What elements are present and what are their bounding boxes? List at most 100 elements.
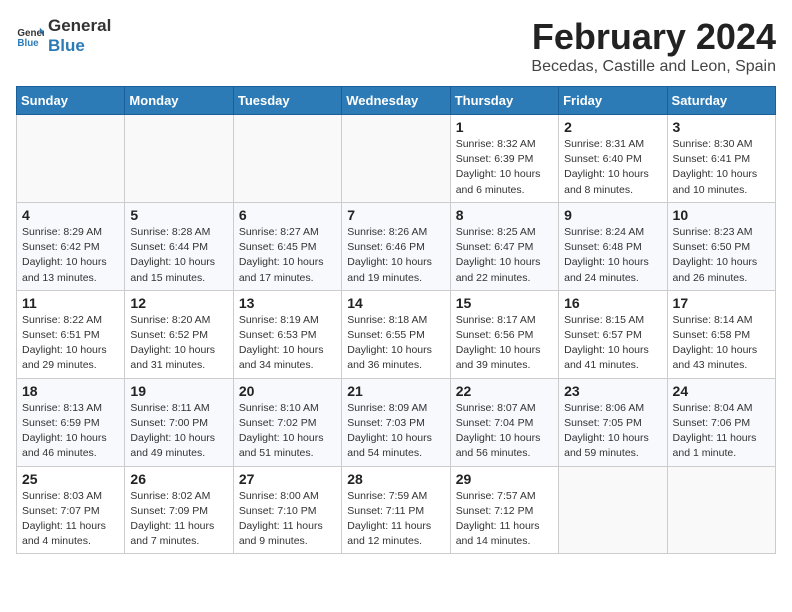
day-number: 24 xyxy=(673,383,770,399)
calendar-cell: 1 Sunrise: 8:32 AM Sunset: 6:39 PM Daylig… xyxy=(450,115,558,203)
day-number: 29 xyxy=(456,471,553,487)
weekday-header-thursday: Thursday xyxy=(450,87,558,115)
day-info: Sunrise: 8:15 AM Sunset: 6:57 PM Dayligh… xyxy=(564,313,661,374)
day-number: 21 xyxy=(347,383,444,399)
calendar-cell xyxy=(667,466,775,554)
day-number: 7 xyxy=(347,207,444,223)
day-number: 10 xyxy=(673,207,770,223)
weekday-header-friday: Friday xyxy=(559,87,667,115)
calendar-cell: 23 Sunrise: 8:06 AM Sunset: 7:05 PM Dayli… xyxy=(559,378,667,466)
title-section: February 2024 Becedas, Castille and Leon… xyxy=(531,16,776,76)
calendar-cell: 3Sunrise: 8:30 AM Sunset: 6:41 PM Daylig… xyxy=(667,115,775,203)
day-number: 12 xyxy=(130,295,227,311)
calendar-cell: 14Sunrise: 8:18 AM Sunset: 6:55 PM Dayli… xyxy=(342,290,450,378)
day-info: Sunrise: 8:06 AM Sunset: 7:05 PM Dayligh… xyxy=(564,401,661,462)
day-info: Sunrise: 7:59 AM Sunset: 7:11 PM Dayligh… xyxy=(347,489,444,550)
day-info: Sunrise: 8:00 AM Sunset: 7:10 PM Dayligh… xyxy=(239,489,336,550)
calendar-cell: 10 Sunrise: 8:23 AM Sunset: 6:50 PM Dayli… xyxy=(667,202,775,290)
day-info: Sunrise: 8:19 AM Sunset: 6:53 PM Dayligh… xyxy=(239,313,336,374)
day-number: 28 xyxy=(347,471,444,487)
day-info: Sunrise: 8:30 AM Sunset: 6:41 PM Dayligh… xyxy=(673,137,770,198)
day-number: 25 xyxy=(22,471,119,487)
day-info: Sunrise: 8:10 AM Sunset: 7:02 PM Dayligh… xyxy=(239,401,336,462)
day-info: Sunrise: 8:32 AM Sunset: 6:39 PM Dayligh… xyxy=(456,137,553,198)
day-info: Sunrise: 8:09 AM Sunset: 7:03 PM Dayligh… xyxy=(347,401,444,462)
day-info: Sunrise: 8:18 AM Sunset: 6:55 PM Dayligh… xyxy=(347,313,444,374)
calendar-cell: 26Sunrise: 8:02 AM Sunset: 7:09 PM Dayli… xyxy=(125,466,233,554)
calendar-cell: 22Sunrise: 8:07 AM Sunset: 7:04 PM Dayli… xyxy=(450,378,558,466)
day-number: 4 xyxy=(22,207,119,223)
day-number: 20 xyxy=(239,383,336,399)
calendar-week-row: 25 Sunrise: 8:03 AM Sunset: 7:07 PM Dayli… xyxy=(17,466,776,554)
calendar-cell: 25 Sunrise: 8:03 AM Sunset: 7:07 PM Dayli… xyxy=(17,466,125,554)
calendar-cell: 17 Sunrise: 8:14 AM Sunset: 6:58 PM Dayli… xyxy=(667,290,775,378)
calendar-cell: 29 Sunrise: 7:57 AM Sunset: 7:12 PM Dayli… xyxy=(450,466,558,554)
calendar-cell xyxy=(125,115,233,203)
calendar-table: SundayMondayTuesdayWednesdayThursdayFrid… xyxy=(16,86,776,554)
weekday-header-row: SundayMondayTuesdayWednesdayThursdayFrid… xyxy=(17,87,776,115)
day-info: Sunrise: 8:04 AM Sunset: 7:06 PM Dayligh… xyxy=(673,401,770,462)
day-info: Sunrise: 8:17 AM Sunset: 6:56 PM Dayligh… xyxy=(456,313,553,374)
day-info: Sunrise: 8:11 AM Sunset: 7:00 PM Dayligh… xyxy=(130,401,227,462)
page-header: General Blue General Blue February 2024 … xyxy=(16,16,776,76)
calendar-cell: 21 Sunrise: 8:09 AM Sunset: 7:03 PM Dayli… xyxy=(342,378,450,466)
day-number: 6 xyxy=(239,207,336,223)
location-title: Becedas, Castille and Leon, Spain xyxy=(531,58,776,76)
weekday-header-wednesday: Wednesday xyxy=(342,87,450,115)
month-title: February 2024 xyxy=(531,16,776,58)
day-number: 17 xyxy=(673,295,770,311)
calendar-week-row: 18 Sunrise: 8:13 AM Sunset: 6:59 PM Dayli… xyxy=(17,378,776,466)
calendar-cell: 2Sunrise: 8:31 AM Sunset: 6:40 PM Daylig… xyxy=(559,115,667,203)
calendar-cell: 5Sunrise: 8:28 AM Sunset: 6:44 PM Daylig… xyxy=(125,202,233,290)
day-number: 1 xyxy=(456,119,553,135)
day-number: 9 xyxy=(564,207,661,223)
day-info: Sunrise: 8:27 AM Sunset: 6:45 PM Dayligh… xyxy=(239,225,336,286)
logo-blue: Blue xyxy=(48,36,111,56)
calendar-cell: 28 Sunrise: 7:59 AM Sunset: 7:11 PM Dayli… xyxy=(342,466,450,554)
day-info: Sunrise: 8:24 AM Sunset: 6:48 PM Dayligh… xyxy=(564,225,661,286)
day-info: Sunrise: 8:03 AM Sunset: 7:07 PM Dayligh… xyxy=(22,489,119,550)
day-number: 18 xyxy=(22,383,119,399)
calendar-cell: 19Sunrise: 8:11 AM Sunset: 7:00 PM Dayli… xyxy=(125,378,233,466)
day-info: Sunrise: 8:26 AM Sunset: 6:46 PM Dayligh… xyxy=(347,225,444,286)
weekday-header-sunday: Sunday xyxy=(17,87,125,115)
calendar-cell: 4 Sunrise: 8:29 AM Sunset: 6:42 PM Daylig… xyxy=(17,202,125,290)
calendar-week-row: 1 Sunrise: 8:32 AM Sunset: 6:39 PM Daylig… xyxy=(17,115,776,203)
weekday-header-saturday: Saturday xyxy=(667,87,775,115)
day-number: 5 xyxy=(130,207,227,223)
day-number: 11 xyxy=(22,295,119,311)
day-info: Sunrise: 8:20 AM Sunset: 6:52 PM Dayligh… xyxy=(130,313,227,374)
calendar-cell: 11 Sunrise: 8:22 AM Sunset: 6:51 PM Dayli… xyxy=(17,290,125,378)
day-number: 26 xyxy=(130,471,227,487)
day-number: 15 xyxy=(456,295,553,311)
day-info: Sunrise: 8:29 AM Sunset: 6:42 PM Dayligh… xyxy=(22,225,119,286)
day-number: 13 xyxy=(239,295,336,311)
calendar-cell: 7 Sunrise: 8:26 AM Sunset: 6:46 PM Daylig… xyxy=(342,202,450,290)
calendar-cell: 16 Sunrise: 8:15 AM Sunset: 6:57 PM Dayli… xyxy=(559,290,667,378)
calendar-week-row: 4 Sunrise: 8:29 AM Sunset: 6:42 PM Daylig… xyxy=(17,202,776,290)
calendar-cell: 8 Sunrise: 8:25 AM Sunset: 6:47 PM Daylig… xyxy=(450,202,558,290)
day-number: 23 xyxy=(564,383,661,399)
day-number: 22 xyxy=(456,383,553,399)
day-info: Sunrise: 8:14 AM Sunset: 6:58 PM Dayligh… xyxy=(673,313,770,374)
logo: General Blue General Blue xyxy=(16,16,111,55)
day-info: Sunrise: 8:23 AM Sunset: 6:50 PM Dayligh… xyxy=(673,225,770,286)
calendar-cell: 9 Sunrise: 8:24 AM Sunset: 6:48 PM Daylig… xyxy=(559,202,667,290)
calendar-cell xyxy=(17,115,125,203)
calendar-cell: 24 Sunrise: 8:04 AM Sunset: 7:06 PM Dayli… xyxy=(667,378,775,466)
day-info: Sunrise: 8:25 AM Sunset: 6:47 PM Dayligh… xyxy=(456,225,553,286)
day-number: 16 xyxy=(564,295,661,311)
day-info: Sunrise: 7:57 AM Sunset: 7:12 PM Dayligh… xyxy=(456,489,553,550)
day-info: Sunrise: 8:22 AM Sunset: 6:51 PM Dayligh… xyxy=(22,313,119,374)
svg-text:Blue: Blue xyxy=(17,37,39,48)
day-number: 8 xyxy=(456,207,553,223)
logo-icon: General Blue xyxy=(16,22,44,50)
calendar-cell: 18 Sunrise: 8:13 AM Sunset: 6:59 PM Dayli… xyxy=(17,378,125,466)
day-info: Sunrise: 8:31 AM Sunset: 6:40 PM Dayligh… xyxy=(564,137,661,198)
day-info: Sunrise: 8:13 AM Sunset: 6:59 PM Dayligh… xyxy=(22,401,119,462)
calendar-cell: 27 Sunrise: 8:00 AM Sunset: 7:10 PM Dayli… xyxy=(233,466,341,554)
calendar-cell xyxy=(342,115,450,203)
calendar-cell: 20 Sunrise: 8:10 AM Sunset: 7:02 PM Dayli… xyxy=(233,378,341,466)
day-number: 27 xyxy=(239,471,336,487)
calendar-cell: 13 Sunrise: 8:19 AM Sunset: 6:53 PM Dayli… xyxy=(233,290,341,378)
